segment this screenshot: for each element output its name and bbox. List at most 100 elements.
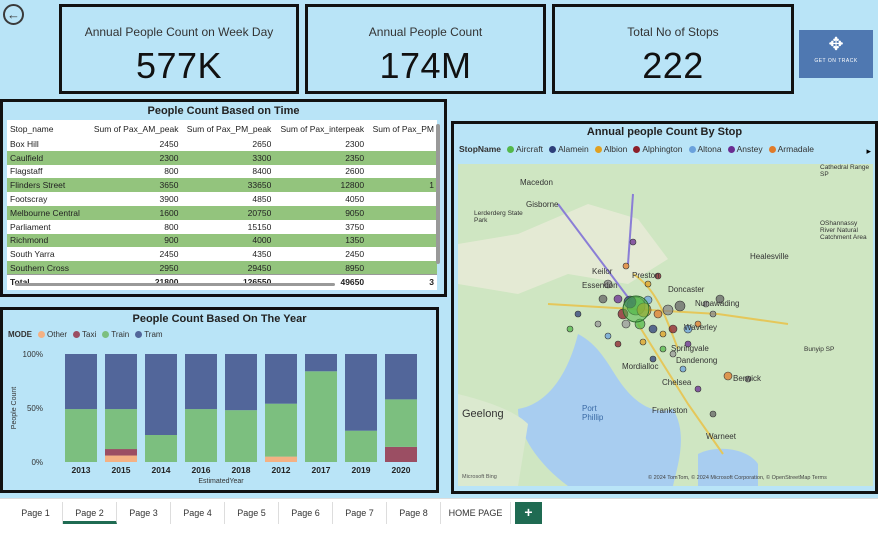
stop-bubble[interactable] [709, 310, 717, 318]
stop-bubble[interactable] [604, 332, 612, 340]
stop-bubble[interactable] [659, 345, 667, 353]
stop-name-cell: Southern Cross [7, 261, 89, 275]
legend-item[interactable]: Other [38, 330, 67, 339]
stop-bubble[interactable] [679, 365, 687, 373]
legend-label: Alphington [642, 144, 683, 154]
x-tick-label: 2017 [312, 465, 331, 475]
value-cell: 3300 [181, 150, 275, 165]
legend-label: Taxi [82, 330, 97, 339]
column-header[interactable]: Sum of Pax_PM_peak [181, 120, 274, 137]
stop-bubble[interactable] [566, 325, 574, 333]
stop-bubble[interactable] [574, 310, 582, 318]
stop-bubble[interactable] [629, 238, 637, 246]
stop-name-cell: Box Hill [10, 138, 39, 149]
column-header[interactable]: Sum of Pax_PM [367, 120, 437, 137]
tab-page-3[interactable]: Page 3 [117, 502, 171, 524]
tab-page-4[interactable]: Page 4 [171, 502, 225, 524]
map-canvas[interactable]: Macedon Gisborne Lerderderg State Park K… [458, 164, 873, 486]
value-cell: 2600 [345, 166, 365, 177]
map-legend-item[interactable]: Albion [594, 144, 628, 154]
stop-bubble[interactable] [644, 280, 652, 288]
map-attribution[interactable]: © 2024 TomTom, © 2024 Microsoft Corporat… [648, 475, 827, 481]
table-header-row: Stop_name Sum of Pax_AM_peak Sum of Pax_… [7, 120, 437, 137]
table-row[interactable]: Box Hill 2450 2650 2300 [7, 137, 437, 151]
stop-bubble[interactable] [622, 295, 650, 323]
table-row[interactable]: Caulfield 2300 3300 2350 [7, 150, 437, 165]
stop-bubble[interactable] [662, 304, 674, 316]
map-legend-item[interactable]: Aircraft [507, 144, 543, 154]
value-cell: 4350 [252, 249, 272, 260]
map-legend-item[interactable]: Armadale [768, 144, 814, 154]
stop-name-cell: Footscray [10, 194, 48, 205]
stop-bubble[interactable] [621, 319, 631, 329]
stop-bubble[interactable] [614, 340, 622, 348]
value-cell: 2300 [345, 138, 365, 149]
map-label: Gisborne [526, 200, 559, 209]
vertical-scrollbar[interactable] [436, 124, 440, 264]
map-label: Keilor [592, 267, 613, 276]
stop-bubble[interactable] [709, 410, 717, 418]
tab-page-6[interactable]: Page 6 [279, 502, 333, 524]
bar-segment [105, 449, 137, 456]
x-tick-label: 2016 [192, 465, 211, 475]
table-row[interactable]: Flagstaff 800 8400 2600 [7, 165, 437, 179]
page-tabs-bar: Page 1 Page 2 Page 3 Page 4 Page 5 Page 6 Page… [0, 498, 878, 538]
kpi-value: 174M [379, 45, 472, 86]
back-arrow-icon[interactable]: ← [3, 4, 24, 25]
legend-item[interactable]: Train [102, 330, 129, 339]
legend-next-icon[interactable]: ▸ [866, 146, 871, 157]
map-legend-item[interactable]: Anstey [727, 144, 763, 154]
add-page-button[interactable]: + [515, 502, 542, 524]
stop-bubble[interactable] [639, 338, 647, 346]
table-body[interactable]: Stop_name Sum of Pax_AM_peak Sum of Pax_… [7, 120, 437, 290]
legend-item[interactable]: Tram [135, 330, 163, 339]
bar-segment [65, 409, 97, 462]
table-row[interactable]: Footscray 3900 4850 4050 [7, 192, 437, 206]
map-label: Frankston [652, 406, 688, 415]
table-row[interactable]: Richmond 900 4000 1350 [7, 233, 437, 248]
tab-page-1[interactable]: Page 1 [9, 502, 63, 524]
value-cell: 20750 [181, 205, 275, 220]
stop-bubble[interactable] [674, 300, 686, 312]
legend-dot-icon [507, 146, 515, 154]
column-header[interactable]: Sum of Pax_interpeak [274, 120, 367, 137]
table-row[interactable]: Flinders Street 3650 33650 12800 1 [7, 178, 437, 193]
map-legend-item[interactable]: Altona [688, 144, 722, 154]
value-cell: 900 [88, 233, 182, 248]
map-legend-item[interactable]: Alphington [633, 144, 683, 154]
stop-bubble[interactable] [659, 330, 667, 338]
legend-item[interactable]: Taxi [73, 330, 96, 339]
table-row[interactable]: Southern Cross 2950 29450 8950 [7, 261, 437, 275]
table-row[interactable]: Parliament 800 15150 3750 [7, 220, 437, 234]
map-legend-item[interactable]: Alamein [548, 144, 589, 154]
stop-bubble[interactable] [723, 371, 733, 381]
bar-segment [265, 403, 297, 457]
tab-page-7[interactable]: Page 7 [333, 502, 387, 524]
stop-bubble[interactable] [622, 262, 630, 270]
stop-bubble[interactable] [598, 294, 608, 304]
column-header[interactable]: Stop_name [7, 120, 89, 137]
map-label: Chelsea [662, 378, 692, 387]
horizontal-scrollbar[interactable] [15, 283, 335, 286]
total-cell: 126550 [181, 274, 275, 289]
stop-bubble[interactable] [694, 385, 702, 393]
value-cell: 4000 [181, 233, 275, 248]
legend-label: Albion [603, 144, 628, 154]
stop-bubble[interactable] [668, 324, 678, 334]
stop-bubble[interactable] [594, 320, 602, 328]
table-row[interactable]: South Yarra 2450 4350 2450 [7, 247, 437, 261]
bar-segment [185, 354, 217, 410]
stop-bubble[interactable] [613, 294, 623, 304]
column-header[interactable]: Sum of Pax_AM_peak [89, 120, 182, 137]
tab-home-page[interactable]: HOME PAGE [441, 502, 511, 524]
tab-page-8[interactable]: Page 8 [387, 502, 441, 524]
bar-segment [105, 455, 137, 462]
stop-bubble[interactable] [653, 309, 663, 319]
tab-page-5[interactable]: Page 5 [225, 502, 279, 524]
y-tick-label: 0% [31, 458, 43, 467]
table-row[interactable]: Melbourne Central 1600 20750 9050 [7, 205, 437, 220]
legend-dot-icon [727, 146, 735, 154]
tab-page-2[interactable]: Page 2 [63, 502, 117, 524]
stop-bubble[interactable] [648, 324, 658, 334]
value-cell: 2450 [159, 138, 179, 149]
